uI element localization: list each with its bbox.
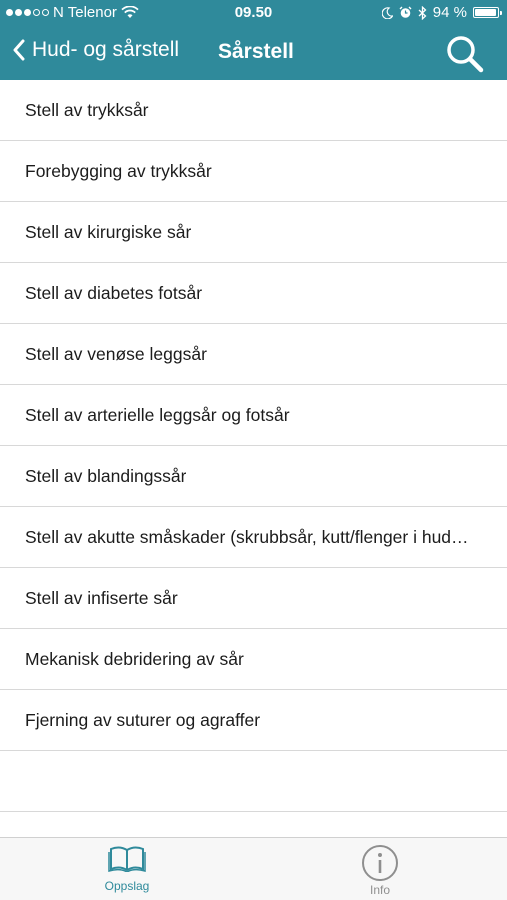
tab-info[interactable]: Info (335, 844, 425, 897)
page-title: Sårstell (218, 40, 294, 63)
battery-percent: 94 % (432, 4, 467, 21)
list-item-label: Stell av infiserte sår (25, 587, 178, 608)
list-item-label: Forebygging av trykksår (25, 160, 212, 181)
list-item-label: Stell av kirurgiske sår (25, 221, 192, 242)
moon-icon (381, 6, 393, 19)
back-button[interactable]: Hud- og sårstell (12, 38, 179, 62)
chevron-left-icon (13, 39, 25, 61)
status-bar: N Telenor 09.50 94 % (0, 0, 507, 26)
list-item[interactable]: Stell av akutte småskader (skrubbsår, ku… (0, 507, 507, 568)
list-item-label: Stell av venøse leggsår (25, 343, 207, 364)
topic-list: Stell av trykksår Forebygging av trykkså… (0, 80, 507, 812)
battery-icon (473, 7, 502, 18)
list-item[interactable]: Fjerning av suturer og agraffer (0, 690, 507, 751)
list-item[interactable]: Stell av kirurgiske sår (0, 202, 507, 263)
list-item[interactable]: Stell av diabetes fotsår (0, 263, 507, 324)
bluetooth-icon (418, 5, 427, 20)
empty-row (0, 751, 507, 812)
back-label: Hud- og sårstell (32, 38, 180, 61)
info-icon (362, 845, 398, 881)
book-icon (108, 846, 146, 873)
list-item[interactable]: Stell av trykksår (0, 80, 507, 141)
list-item-label: Stell av diabetes fotsår (25, 282, 203, 303)
list-item[interactable]: Stell av infiserte sår (0, 568, 507, 629)
list-item-label: Stell av akutte småskader (skrubbsår, ku… (25, 526, 469, 547)
list-item[interactable]: Stell av blandingssår (0, 446, 507, 507)
status-right: 94 % (381, 4, 502, 21)
tab-oppslag-label: Oppslag (104, 879, 150, 893)
list-item-label: Mekanisk debridering av sår (25, 648, 244, 669)
tab-info-label: Info (369, 883, 390, 897)
tab-oppslag[interactable]: Oppslag (82, 844, 172, 893)
list-item-label: Stell av trykksår (25, 99, 149, 120)
alarm-icon (399, 6, 412, 18)
list-item-label: Stell av blandingssår (25, 465, 187, 486)
search-button[interactable] (445, 34, 485, 74)
battery-fill (475, 9, 496, 16)
navigation-bar: Hud- og sårstell Sårstell (0, 26, 507, 80)
list-item[interactable]: Stell av arterielle leggsår og fotsår (0, 385, 507, 446)
search-icon (447, 36, 484, 73)
tab-bar: Oppslag Info (0, 837, 507, 900)
list-item-label: Fjerning av suturer og agraffer (25, 709, 261, 730)
header: N Telenor 09.50 94 % Hud- og sårstell Så… (0, 0, 507, 80)
list-item[interactable]: Forebygging av trykksår (0, 141, 507, 202)
list-item[interactable]: Mekanisk debridering av sår (0, 629, 507, 690)
list-item-label: Stell av arterielle leggsår og fotsår (25, 404, 290, 425)
list-item[interactable]: Stell av venøse leggsår (0, 324, 507, 385)
